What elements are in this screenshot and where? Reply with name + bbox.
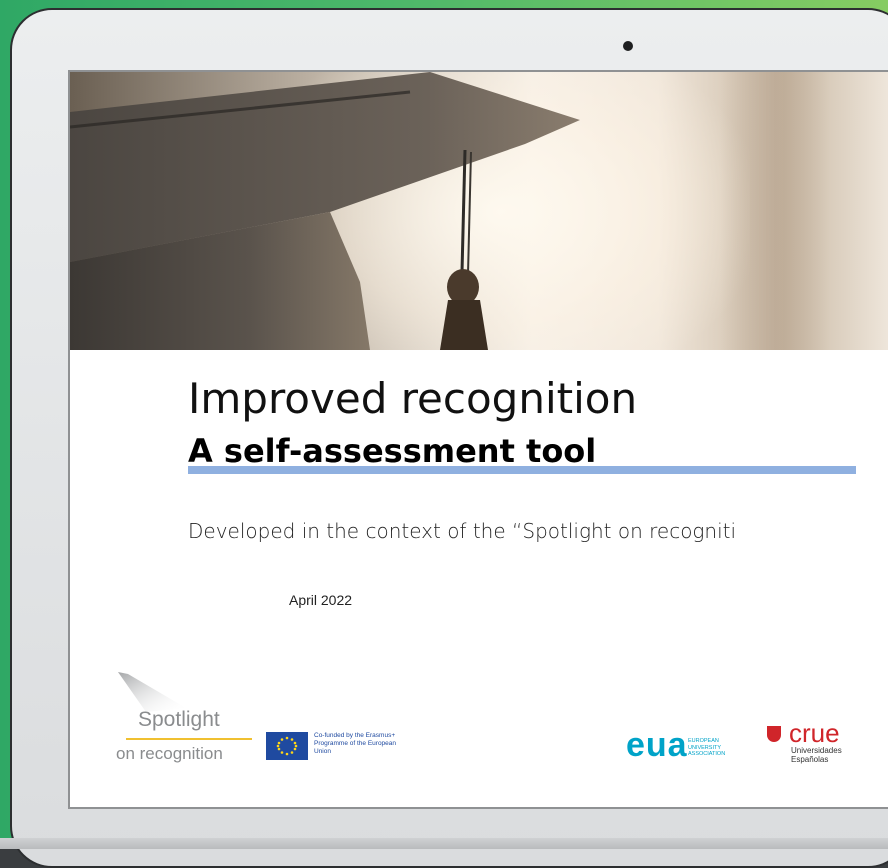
spotlight-tagline: on recognition [116, 744, 223, 763]
eua-logo: eua EUROPEAN UNIVERSITY ASSOCIATION [626, 726, 756, 766]
spotlight-divider [126, 738, 252, 740]
laptop-base [0, 838, 888, 849]
context-text: Developed in the context of the “Spotlig… [188, 519, 737, 543]
spotlight-logo: Spotlight on recognition [116, 672, 256, 772]
subtitle-block: A self-assessment tool [188, 432, 858, 482]
crue-shield-icon [767, 726, 781, 742]
crue-wordmark: crue [789, 718, 840, 748]
crue-logo: crue Universidades Españolas [767, 718, 887, 770]
hero-image [70, 72, 888, 350]
eu-flag-icon [266, 732, 308, 760]
graduation-cap-icon [70, 72, 580, 350]
document-subtitle: A self-assessment tool [188, 432, 597, 470]
laptop-screen: Improved recognition A self-assessment t… [68, 70, 888, 809]
eu-cofunded-logo: Co-funded by the Erasmus+ Programme of t… [266, 730, 406, 770]
webcam-icon [623, 41, 633, 51]
crue-subtitle: Universidades Españolas [791, 746, 842, 764]
eua-fullname: EUROPEAN UNIVERSITY ASSOCIATION [688, 738, 726, 757]
publication-date: April 2022 [289, 592, 353, 608]
spotlight-word: Spotlight [138, 708, 220, 731]
eu-stars-icon [276, 736, 298, 756]
eua-wordmark: eua [626, 726, 688, 764]
eu-cofunded-text: Co-funded by the Erasmus+ Programme of t… [314, 732, 397, 755]
document-title: Improved recognition [188, 374, 638, 423]
